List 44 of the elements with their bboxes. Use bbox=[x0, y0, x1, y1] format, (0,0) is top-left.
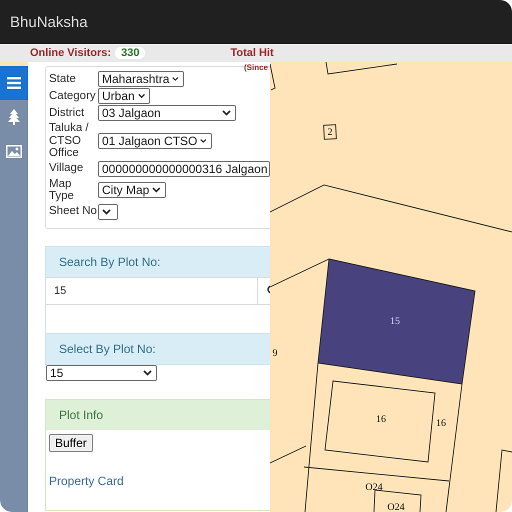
field-label: Map Type bbox=[49, 178, 75, 202]
caret-icon bbox=[102, 208, 111, 214]
visitor-count: 330 bbox=[115, 47, 146, 59]
field-label: Category bbox=[49, 90, 97, 102]
field-label: State bbox=[49, 72, 77, 86]
tree-icon bbox=[8, 109, 20, 125]
dropdown[interactable]: 01 Jalgaon CTSO bbox=[98, 132, 212, 149]
field-label: District bbox=[49, 106, 86, 120]
dropdown[interactable]: 03 Jalgaon bbox=[98, 105, 236, 121]
menu-tool-button[interactable] bbox=[0, 66, 28, 100]
dropdown[interactable]: Urban bbox=[98, 88, 150, 104]
field-label: Village bbox=[49, 162, 84, 175]
property-card-link[interactable]: Property Card bbox=[49, 474, 270, 488]
buffer-button[interactable]: Buffer bbox=[49, 434, 93, 452]
plot-number: 16 bbox=[376, 414, 386, 425]
caret-icon bbox=[200, 138, 207, 144]
plot-number: 15 bbox=[390, 316, 400, 327]
plot-number: 9 bbox=[272, 348, 278, 359]
plot-number: 16 bbox=[436, 418, 446, 429]
plot-dropdown[interactable]: 15 bbox=[46, 364, 157, 380]
image-icon bbox=[6, 144, 22, 158]
caret-icon bbox=[138, 93, 145, 99]
field-label: Sheet No bbox=[49, 205, 98, 218]
caret-icon bbox=[152, 187, 161, 193]
caret-icon bbox=[222, 110, 231, 116]
plot-number: O24 bbox=[365, 482, 383, 493]
card-header: Plot Info bbox=[46, 400, 270, 430]
window-title: BhuNaksha bbox=[10, 14, 88, 30]
menu-icon bbox=[7, 77, 21, 89]
plot-number: 2 bbox=[328, 127, 332, 138]
dropdown[interactable]: Maharashtra bbox=[98, 71, 184, 87]
plot-number: O24 bbox=[387, 502, 405, 512]
card-header: Search By Plot No: bbox=[46, 246, 270, 276]
plot-search-field[interactable]: 15 bbox=[46, 276, 258, 304]
dropdown[interactable]: City Map bbox=[98, 182, 166, 198]
dropdown[interactable]: 000000000000000316 Jalgaon bbox=[98, 160, 270, 176]
total-hits-label: Total Hit bbox=[230, 47, 274, 59]
since-label: (Since bbox=[244, 63, 268, 72]
card-header: Select By Plot No: bbox=[46, 334, 270, 364]
dropdown[interactable] bbox=[98, 204, 118, 220]
field-label: Taluka / CTSO Office bbox=[49, 122, 90, 160]
caret-icon bbox=[172, 76, 179, 82]
online-visitors-label: Online Visitors: bbox=[30, 47, 112, 59]
caret-icon bbox=[143, 370, 152, 376]
